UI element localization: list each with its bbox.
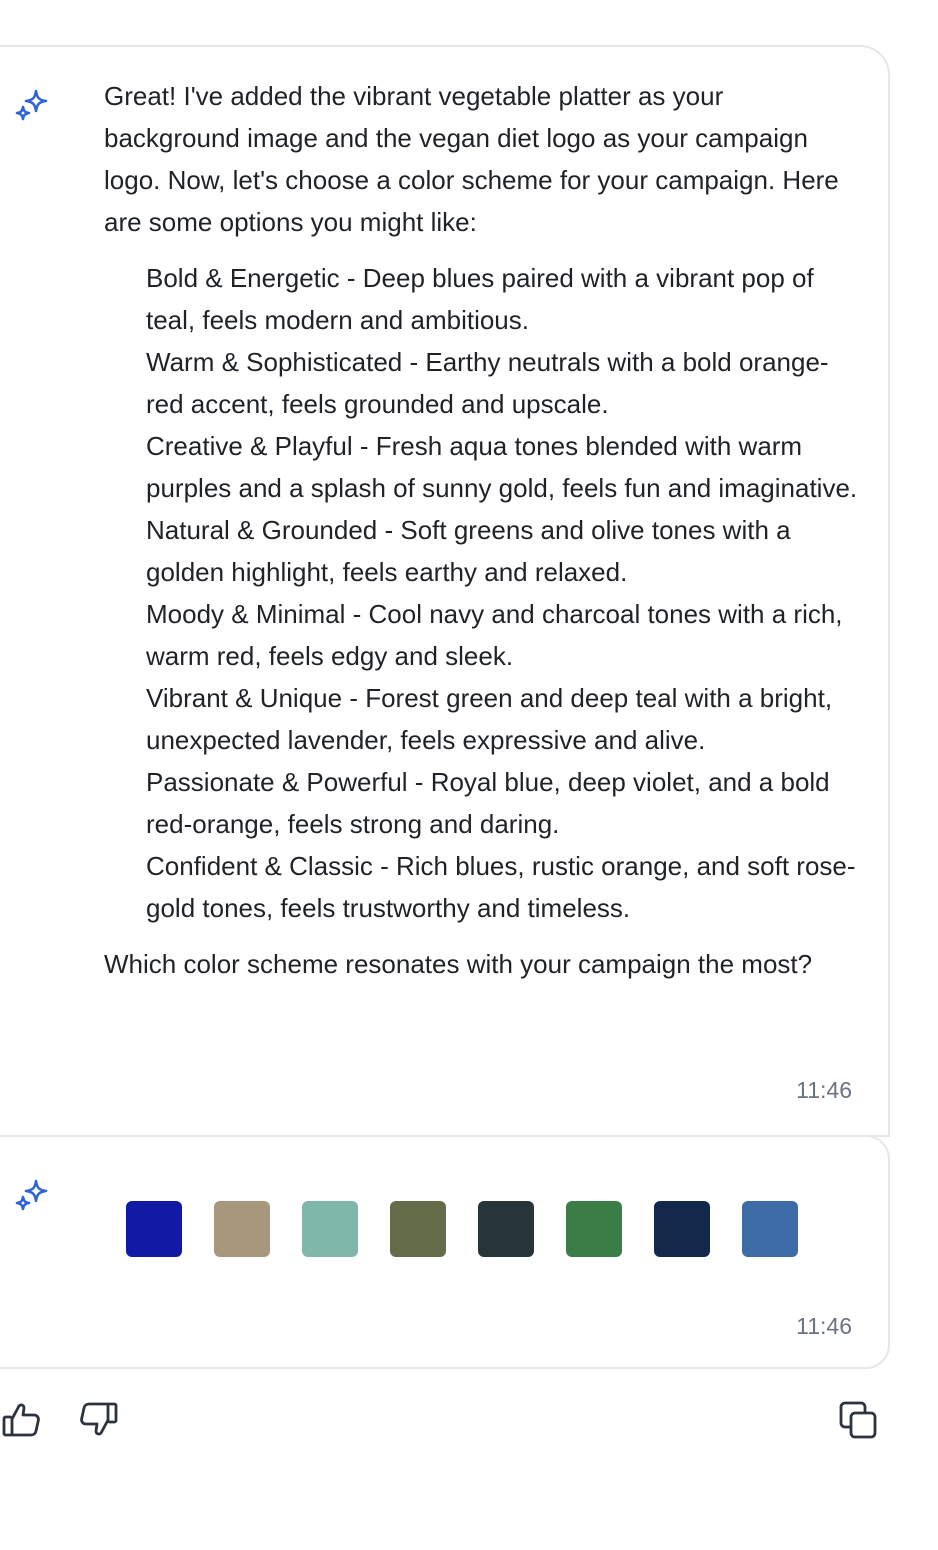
list-item: Moody & Minimal - Cool navy and charcoal… <box>146 599 843 671</box>
color-swatch[interactable] <box>654 1201 710 1257</box>
list-item: Passionate & Powerful - Royal blue, deep… <box>146 767 830 839</box>
message-intro: Great! I've added the vibrant vegetable … <box>104 81 839 237</box>
color-swatch[interactable] <box>126 1201 182 1257</box>
chat-page: Great! I've added the vibrant vegetable … <box>0 0 938 1550</box>
list-item: Warm & Sophisticated - Earthy neutrals w… <box>146 347 829 419</box>
thumbs-up-icon[interactable] <box>0 1398 44 1442</box>
color-swatch[interactable] <box>742 1201 798 1257</box>
sparkle-icon <box>12 1177 52 1217</box>
list-item: Vibrant & Unique - Forest green and deep… <box>146 683 833 755</box>
message-timestamp: 11:46 <box>796 1077 852 1103</box>
list-item: Creative & Playful - Fresh aqua tones bl… <box>146 431 858 503</box>
color-swatch[interactable] <box>302 1201 358 1257</box>
color-swatch[interactable] <box>214 1201 270 1257</box>
message-body: Great! I've added the vibrant vegetable … <box>104 75 866 985</box>
color-scheme-options: Bold & Energetic - Deep blues paired wit… <box>104 257 866 929</box>
list-item: Confident & Classic - Rich blues, rustic… <box>146 851 856 923</box>
sparkle-icon <box>12 87 52 127</box>
copy-icon[interactable] <box>836 1398 880 1442</box>
list-item: Natural & Grounded - Soft greens and oli… <box>146 515 791 587</box>
message-actions <box>0 1398 938 1442</box>
palette-message-card: 11:46 <box>0 1135 890 1369</box>
color-swatch[interactable] <box>390 1201 446 1257</box>
color-swatch-row <box>126 1201 798 1257</box>
color-swatch[interactable] <box>478 1201 534 1257</box>
palette-timestamp: 11:46 <box>796 1313 852 1339</box>
message-question: Which color scheme resonates with your c… <box>104 949 813 979</box>
color-swatch[interactable] <box>566 1201 622 1257</box>
list-item: Bold & Energetic - Deep blues paired wit… <box>146 263 814 335</box>
thumbs-down-icon[interactable] <box>76 1398 120 1442</box>
assistant-message-card: Great! I've added the vibrant vegetable … <box>0 45 890 1137</box>
